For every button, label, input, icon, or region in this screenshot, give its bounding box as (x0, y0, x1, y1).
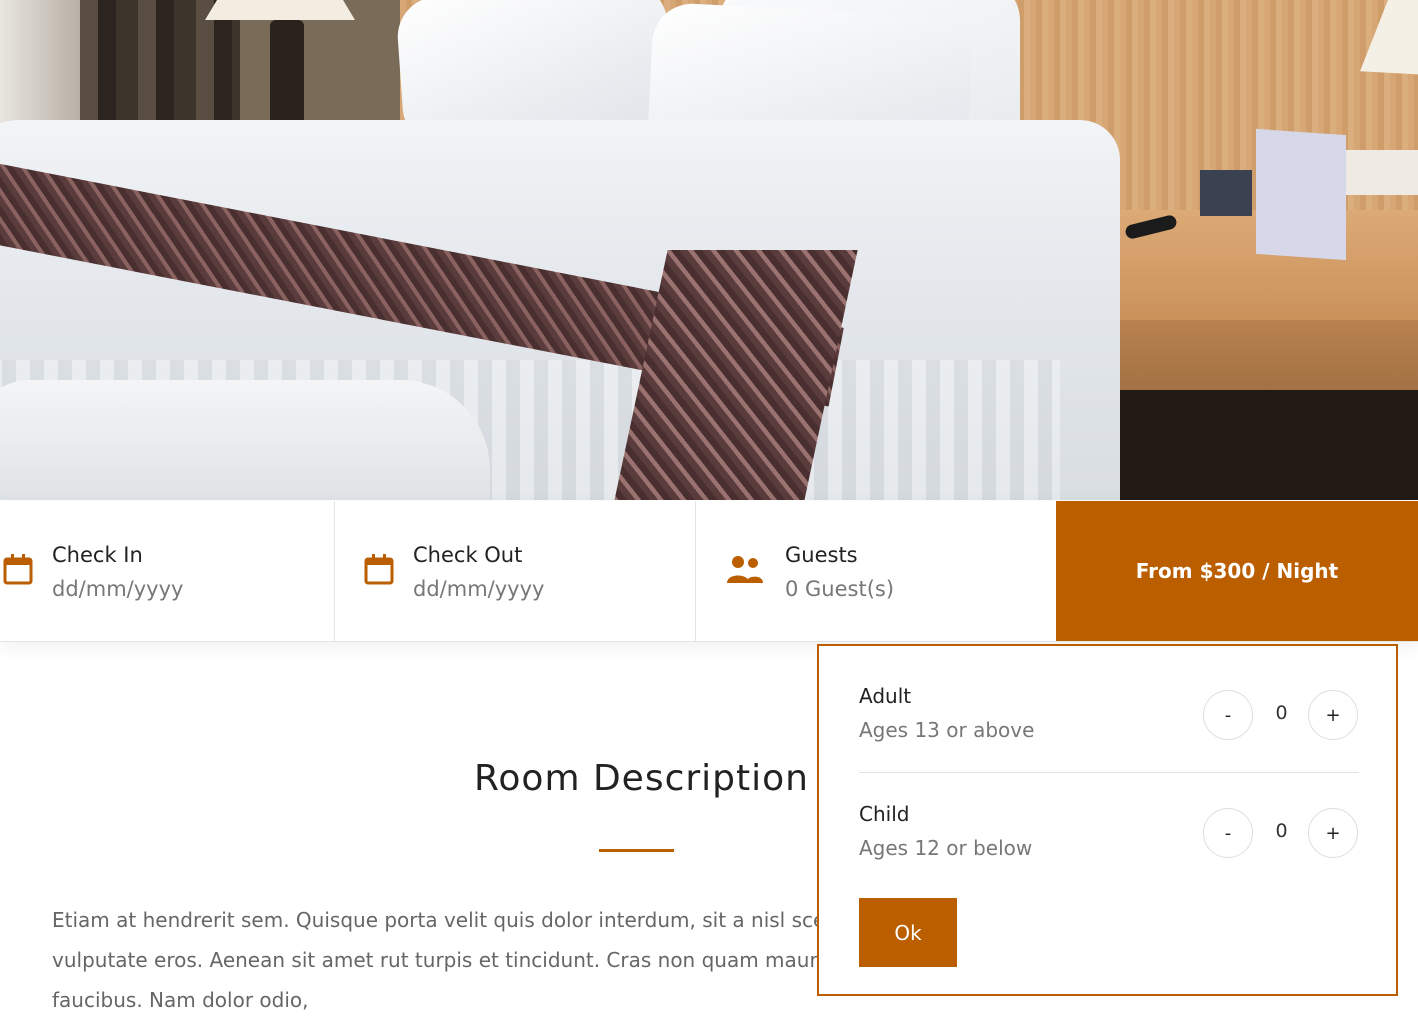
guests-value[interactable]: 0 Guest(s) (785, 577, 894, 601)
calendar-icon (364, 554, 394, 585)
price-button[interactable]: From $300 / Night (1056, 501, 1418, 641)
check-in-label: Check In (52, 543, 143, 567)
child-increment-button[interactable]: + (1308, 808, 1358, 858)
title-divider (599, 849, 674, 852)
check-in-value[interactable]: dd/mm/yyyy (52, 577, 183, 601)
users-icon (727, 556, 763, 583)
adult-decrement-button[interactable]: - (1203, 690, 1253, 740)
guests-field[interactable]: Guests 0 Guest(s) (696, 501, 1056, 641)
check-out-label: Check Out (413, 543, 523, 567)
ok-button[interactable]: Ok (859, 898, 957, 967)
check-out-value[interactable]: dd/mm/yyyy (413, 577, 544, 601)
child-age-note: Ages 12 or below (859, 836, 1033, 860)
adult-increment-button[interactable]: + (1308, 690, 1358, 740)
child-count: 0 (1275, 820, 1288, 842)
adult-age-note: Ages 13 or above (859, 718, 1035, 742)
adult-label: Adult (859, 684, 912, 708)
child-label: Child (859, 802, 910, 826)
child-decrement-button[interactable]: - (1203, 808, 1253, 858)
calendar-icon (3, 554, 33, 585)
adult-count: 0 (1275, 702, 1288, 724)
guests-label: Guests (785, 543, 858, 567)
check-in-field[interactable]: Check In dd/mm/yyyy (0, 501, 335, 641)
popup-divider (859, 772, 1359, 773)
room-hero-image (0, 0, 1418, 500)
check-out-field[interactable]: Check Out dd/mm/yyyy (335, 501, 696, 641)
guests-popup: Adult Ages 13 or above - 0 + Child Ages … (817, 644, 1398, 996)
section-title: Room Description (474, 758, 809, 799)
booking-bar: Check In dd/mm/yyyy Check Out dd/mm/yyyy… (0, 501, 1418, 642)
child-row: Child Ages 12 or below - 0 + (859, 802, 1359, 892)
adult-row: Adult Ages 13 or above - 0 + (859, 684, 1359, 774)
